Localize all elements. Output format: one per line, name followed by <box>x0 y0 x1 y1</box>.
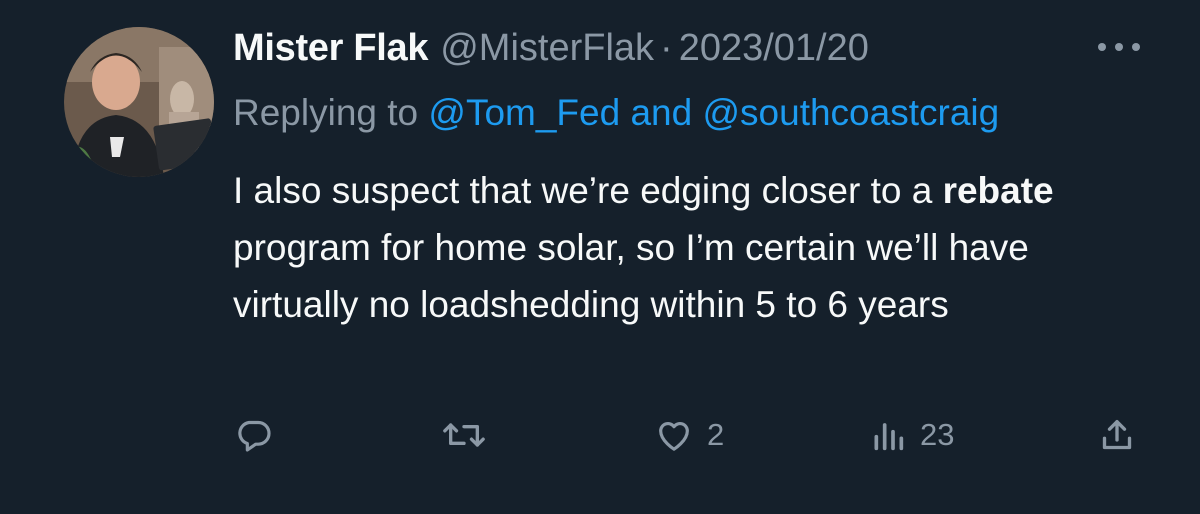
avatar[interactable] <box>64 27 214 177</box>
replying-prefix: Replying to <box>233 92 419 133</box>
share-button[interactable] <box>1097 400 1137 470</box>
separator-dot: · <box>660 27 673 69</box>
heart-icon <box>659 422 689 451</box>
reply-mention-1[interactable]: @Tom_Fed <box>428 92 620 133</box>
like-count: 2 <box>707 417 725 452</box>
author-handle[interactable]: @MisterFlak <box>440 20 654 76</box>
share-icon <box>1102 420 1132 450</box>
tweet-header: Mister Flak @MisterFlak · 2023/01/20 <box>233 20 869 76</box>
body-intro: I also suspect that we’re edging closer … <box>233 170 933 211</box>
tweet-date[interactable]: 2023/01/20 <box>679 20 869 76</box>
reply-icon <box>238 420 271 452</box>
reply-conjunction[interactable]: and <box>630 92 692 133</box>
action-bar: 2 23 <box>0 400 1200 470</box>
like-button[interactable]: 2 <box>653 400 724 470</box>
tweet: Mister Flak @MisterFlak · 2023/01/20 Rep… <box>0 0 1200 514</box>
views-button[interactable]: 23 <box>868 400 954 470</box>
reply-mention-link[interactable]: @Tom_Fed and @southcoastcraig <box>428 92 999 133</box>
views-count: 23 <box>920 417 955 452</box>
author-name[interactable]: Mister Flak <box>233 20 429 76</box>
more-icon[interactable] <box>1098 40 1140 54</box>
tweet-body: I also suspect that we’re edging closer … <box>233 162 1163 333</box>
retweet-button[interactable] <box>440 400 488 470</box>
reply-mention-2[interactable]: @southcoastcraig <box>702 92 999 133</box>
replying-to: Replying to @Tom_Fed and @southcoastcrai… <box>233 86 999 140</box>
retweet-icon <box>443 423 485 447</box>
body-bold-word: rebate <box>942 170 1054 211</box>
avatar-photo <box>64 27 214 177</box>
reply-button[interactable] <box>234 400 274 470</box>
body-rest: program for home solar, so I’m certain w… <box>233 227 1029 325</box>
views-icon <box>874 423 904 451</box>
